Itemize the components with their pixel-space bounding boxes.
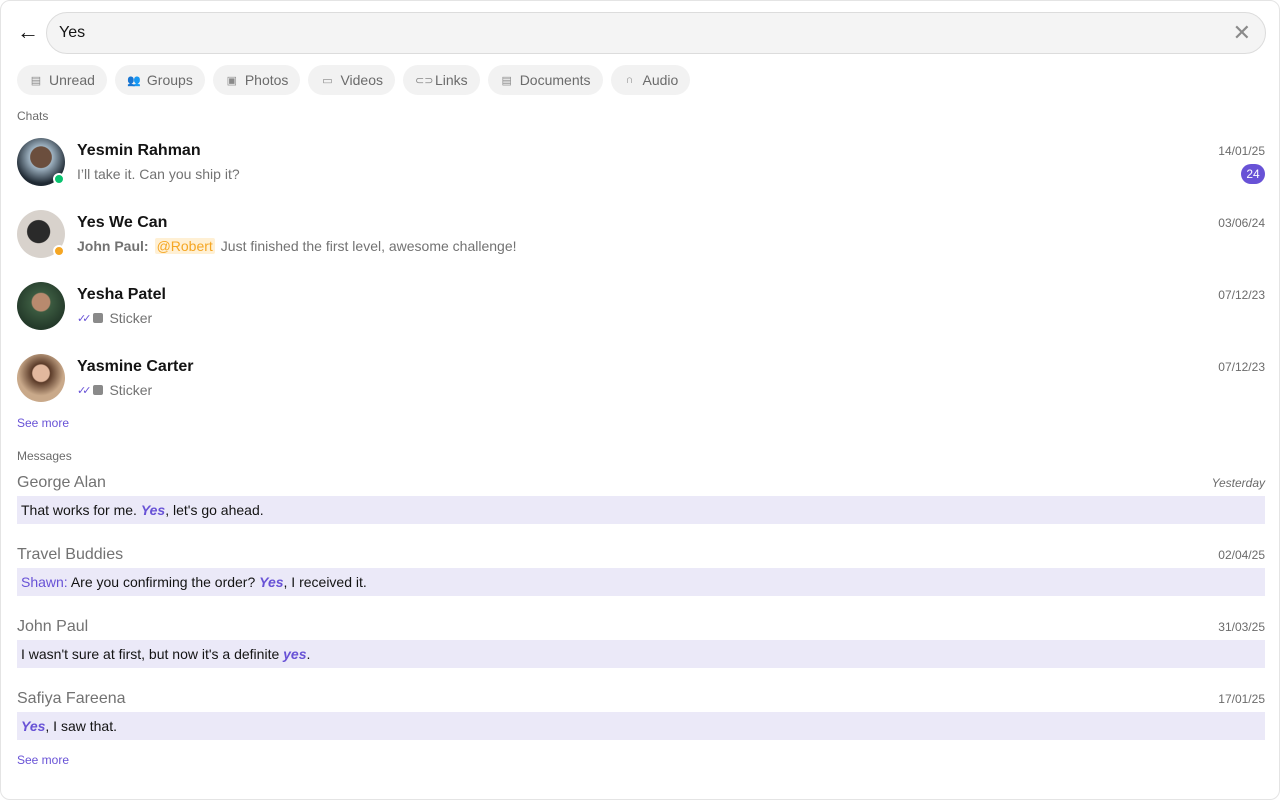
groups-icon: 👥 (127, 74, 141, 87)
back-arrow-icon[interactable]: ← (17, 21, 41, 45)
online-status-icon (53, 173, 65, 185)
filter-documents[interactable]: ▤ Documents (487, 65, 603, 95)
video-icon: ▭ (322, 74, 333, 87)
chat-preview: ✓✓ Sticker (77, 382, 152, 398)
snippet-text: , I saw that. (45, 718, 117, 734)
chat-date: 07/12/23 (1218, 288, 1265, 302)
sticker-icon (93, 385, 104, 395)
chip-label: Audio (642, 72, 679, 88)
chats-heading: Chats (17, 109, 49, 123)
message-date: Yesterday (1211, 476, 1265, 490)
filter-chips: ▤ Unread 👥 Groups ▣ Photos ▭ Videos ⊂⊃ Links … (17, 65, 691, 95)
chat-preview: ✓✓ Sticker (77, 310, 152, 326)
chip-label: Unread (49, 72, 95, 88)
filter-links[interactable]: ⊂⊃ Links (403, 65, 480, 95)
photo-icon: ▣ (226, 74, 238, 87)
chip-label: Groups (146, 72, 193, 88)
message-date: 02/04/25 (1218, 548, 1265, 562)
chat-preview: I’ll take it. Can you ship it? (77, 166, 240, 182)
snippet-text: Are you confirming the order? (67, 574, 260, 590)
message-snippet: I wasn't sure at first, but now it's a d… (17, 640, 1265, 668)
chat-name: Yes We Can (77, 214, 168, 231)
chip-label: Photos (244, 72, 289, 88)
message-result[interactable]: Travel Buddies 02/04/25 Shawn: Are you c… (1, 546, 1280, 606)
message-date: 31/03/25 (1218, 620, 1265, 634)
search-highlight: Yes (140, 502, 166, 518)
chat-row[interactable]: Yesha Patel ✓✓ Sticker 07/12/23 (1, 277, 1280, 349)
snippet-text: , I received it. (283, 574, 367, 590)
message-chat-name: John Paul (17, 618, 89, 635)
preview-text: Sticker (109, 382, 153, 398)
search-input[interactable] (59, 13, 1209, 53)
filter-groups[interactable]: 👥 Groups (114, 65, 205, 95)
sticker-icon (93, 313, 104, 323)
avatar (17, 354, 65, 402)
read-receipt-icon: ✓✓ (77, 384, 92, 397)
chat-row[interactable]: Yes We Can John Paul: @Robert Just finis… (1, 205, 1280, 277)
snippet-text: . (306, 646, 311, 662)
messages-heading: Messages (17, 449, 72, 463)
filter-audio[interactable]: ∩ Audio (610, 65, 691, 95)
message-date: 17/01/25 (1218, 692, 1265, 706)
unread-badge: 24 (1241, 164, 1265, 184)
message-chat-name: George Alan (17, 474, 106, 491)
see-more-chats-link[interactable]: See more (17, 416, 69, 430)
filter-photos[interactable]: ▣ Photos (212, 65, 301, 95)
search-highlight: Yes (21, 718, 46, 734)
message-result[interactable]: John Paul 31/03/25 I wasn't sure at firs… (1, 618, 1280, 678)
chat-date: 07/12/23 (1218, 360, 1265, 374)
message-snippet: Shawn: Are you confirming the order? Yes… (17, 568, 1265, 596)
message-result[interactable]: George Alan Yesterday That works for me.… (1, 474, 1280, 534)
read-receipt-icon: ✓✓ (77, 312, 92, 325)
link-icon: ⊂⊃ (415, 74, 434, 87)
chat-date: 14/01/25 (1218, 144, 1265, 158)
chat-row[interactable]: Yasmine Carter ✓✓ Sticker 07/12/23 (1, 349, 1280, 421)
chat-name: Yesmin Rahman (77, 142, 201, 159)
document-icon: ▤ (501, 74, 512, 87)
search-highlight: Yes (259, 574, 284, 590)
chip-label: Videos (340, 72, 383, 88)
chat-preview: John Paul: @Robert Just finished the fir… (77, 238, 517, 254)
unread-icon: ▤ (30, 74, 42, 87)
filter-videos[interactable]: ▭ Videos (308, 65, 395, 95)
message-result[interactable]: Safiya Fareena 17/01/25 Yes, I saw that. (1, 690, 1280, 750)
preview-sender: John Paul: (77, 238, 149, 254)
search-highlight: yes (283, 646, 307, 662)
search-screen: ← ✕ ▤ Unread 👥 Groups ▣ Photos ▭ Videos ⊂⊃Li… (0, 0, 1280, 800)
message-snippet: Yes, I saw that. (17, 712, 1265, 740)
chat-date: 03/06/24 (1218, 216, 1265, 230)
message-chat-name: Travel Buddies (17, 546, 124, 563)
headphones-icon: ∩ (625, 74, 634, 86)
message-snippet: That works for me. Yes, let's go ahead. (17, 496, 1265, 524)
avatar (17, 282, 65, 330)
message-sender: Shawn: (21, 574, 68, 590)
chat-row[interactable]: Yesmin Rahman I’ll take it. Can you ship… (1, 133, 1280, 205)
mention-tag[interactable]: @Robert (154, 238, 215, 254)
preview-text: Sticker (109, 310, 153, 326)
chip-label: Links (435, 72, 468, 88)
chat-name: Yesha Patel (77, 286, 166, 303)
preview-text: Just finished the first level, awesome c… (220, 238, 517, 254)
clear-icon[interactable]: ✕ (1233, 22, 1251, 44)
filter-unread[interactable]: ▤ Unread (17, 65, 107, 95)
chip-label: Documents (519, 72, 591, 88)
snippet-text: I wasn't sure at first, but now it's a d… (21, 646, 284, 662)
group-badge-icon (53, 245, 65, 257)
search-field[interactable]: ✕ (46, 12, 1266, 54)
message-chat-name: Safiya Fareena (17, 690, 126, 707)
snippet-text: , let's go ahead. (165, 502, 264, 518)
snippet-text: That works for me. (21, 502, 141, 518)
see-more-messages-link[interactable]: See more (17, 753, 69, 767)
chat-name: Yasmine Carter (77, 358, 194, 375)
